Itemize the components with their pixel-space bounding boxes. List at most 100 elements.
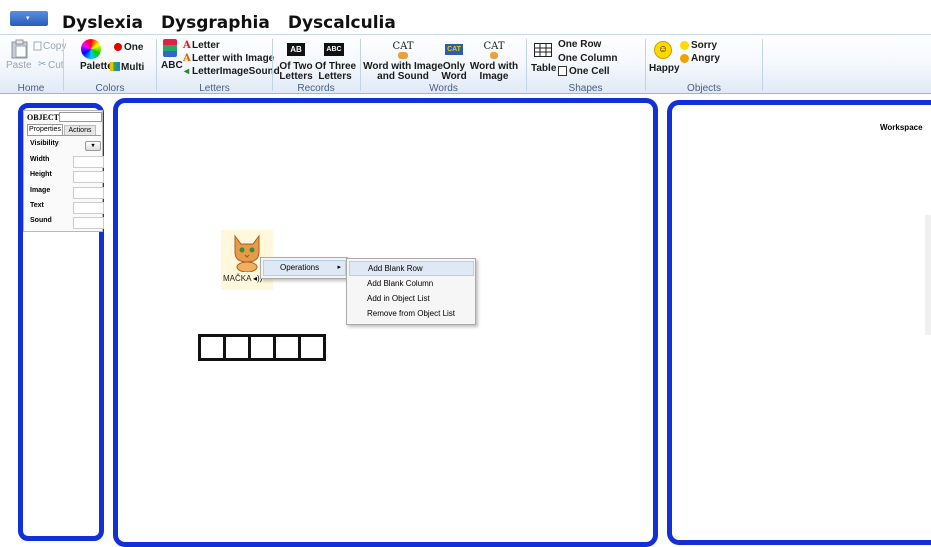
group-label-home: Home [17,83,45,94]
width-field[interactable] [73,156,104,168]
letter-image-icon: A [183,53,191,64]
operations-submenu: Add Blank Row Add Blank Column Add in Ob… [346,258,476,325]
menu-item-add-blank-column[interactable]: Add Blank Column [349,277,474,292]
tab-properties[interactable]: Properties [27,124,63,135]
palette-icon [81,39,101,59]
workspace-scrollbar[interactable] [925,215,931,335]
only-word-icon: CAT [445,44,463,55]
happy-face-icon: ☺ [654,41,672,59]
group-records: AB Of Two Letters ABC Of Three Letters R… [273,35,359,95]
group-colors: Palette One Multi Colors [64,35,156,95]
sorry-label: Sorry [691,40,718,51]
palette-label: Palette [80,61,113,72]
letter-box[interactable] [273,334,301,361]
text-field[interactable] [73,202,104,214]
property-label: Sound [30,217,52,224]
sound-field[interactable] [73,217,104,229]
abc-label: ABC [161,60,183,71]
scissors-icon: ✂ [38,59,47,70]
copy-icon [33,41,42,51]
property-row-width: Width [30,156,104,169]
properties-grid: Visibility ▾ Width Height Image Text Sou… [27,135,104,231]
cat-image-icon [398,52,408,59]
property-row-height: Height [30,171,104,184]
group-label-letters: Letters [199,83,230,94]
menu-item-add-blank-row[interactable]: Add Blank Row [349,261,474,276]
letter-image-sound-label: LetterImageSound [192,66,280,77]
group-home: Paste Copy ✂ Cut Home [0,35,66,95]
multi-color-icon [110,62,120,71]
of-three-label-2: Letters [318,71,352,82]
letter-label: Letter [192,40,220,51]
only-word-label-2: Word [441,71,467,82]
red-dot-icon [114,43,122,51]
workspace-panel[interactable] [667,100,931,545]
property-label: Height [30,171,52,178]
property-row-text: Text [30,202,104,215]
context-menu: Operations ▸ [260,257,348,279]
clipboard-icon [11,39,28,59]
letter-box[interactable] [248,334,276,361]
group-words: CAT Word with Image and Sound CAT Only W… [361,35,526,95]
angry-face-icon [680,54,689,63]
property-row-image: Image [30,187,104,200]
tab-dyslexia[interactable]: Dyslexia [62,12,143,36]
workspace-title: Workspace [880,123,923,132]
table-grid-icon [534,43,552,57]
table-label: Table [531,63,557,74]
group-letters: ABC A Letter A Letter with Image ◂ Lette… [157,35,280,95]
three-letters-icon: ABC [324,43,344,56]
one-column-button[interactable]: One Column [558,53,617,64]
operations-label: Operations [280,263,320,272]
menu-item-add-in-object-list[interactable]: Add in Object List [349,292,474,307]
object-label: OBJECT: [27,113,62,122]
group-label-colors: Colors [95,83,125,94]
menu-item-remove-from-object-list[interactable]: Remove from Object List [349,307,474,322]
group-label-objects: Objects [687,83,721,94]
cat-image-icon-2 [490,52,498,59]
one-cell-label: One Cell [569,66,610,77]
tab-actions[interactable]: Actions [64,125,96,135]
letter-blocks-icon [163,39,177,57]
cat-word-icon: CAT [392,41,414,52]
separator [762,39,763,91]
cat-word-icon-2: CAT [483,41,505,52]
property-label: Width [30,156,50,163]
property-row-sound: Sound [30,217,104,230]
ribbon: Paste Copy ✂ Cut Home Palette One Multi … [0,34,931,94]
group-label-shapes: Shapes [568,83,603,94]
letter-box[interactable] [198,334,226,361]
letter-box-row[interactable] [198,334,326,361]
tab-dysgraphia[interactable]: Dysgraphia [161,12,270,36]
properties-box: OBJECT: Properties Actions Visibility ▾ … [23,110,104,232]
image-field[interactable] [73,187,104,199]
height-field[interactable] [73,171,104,183]
tab-dyscalculia[interactable]: Dyscalculia [288,12,396,36]
angry-label: Angry [691,53,720,64]
menu-item-operations[interactable]: Operations ▸ [263,260,346,276]
object-name-input[interactable] [59,112,102,122]
speaker-icon: ◂ [184,66,190,77]
app-menu-button[interactable]: ▾ [10,11,48,26]
letter-box[interactable] [298,334,326,361]
visibility-dropdown[interactable]: ▾ [85,141,101,151]
happy-label: Happy [649,63,680,74]
multi-label: Multi [121,62,145,73]
cell-icon [558,66,567,76]
ribbon-tabs: Dyslexia Dysgraphia Dyscalculia [62,12,396,36]
sorry-face-icon [680,41,689,50]
property-row-visibility: Visibility ▾ [30,140,102,153]
letter-with-image-label: Letter with Image [192,53,275,64]
one-row-button[interactable]: One Row [558,39,601,50]
word-with-image-label-2: Image [479,71,509,82]
property-label: Visibility [30,140,59,147]
paste-label: Paste [6,60,32,71]
word-with-image-sound-label-2: and Sound [377,71,429,82]
group-label-words: Words [429,83,458,94]
property-label: Image [30,187,51,194]
chevron-down-icon: ▾ [91,143,95,149]
of-two-label-2: Letters [279,71,313,82]
chevron-right-icon: ▸ [337,264,341,271]
group-shapes: Table One Row One Column One Cell Shapes [527,35,644,95]
letter-box[interactable] [223,334,251,361]
